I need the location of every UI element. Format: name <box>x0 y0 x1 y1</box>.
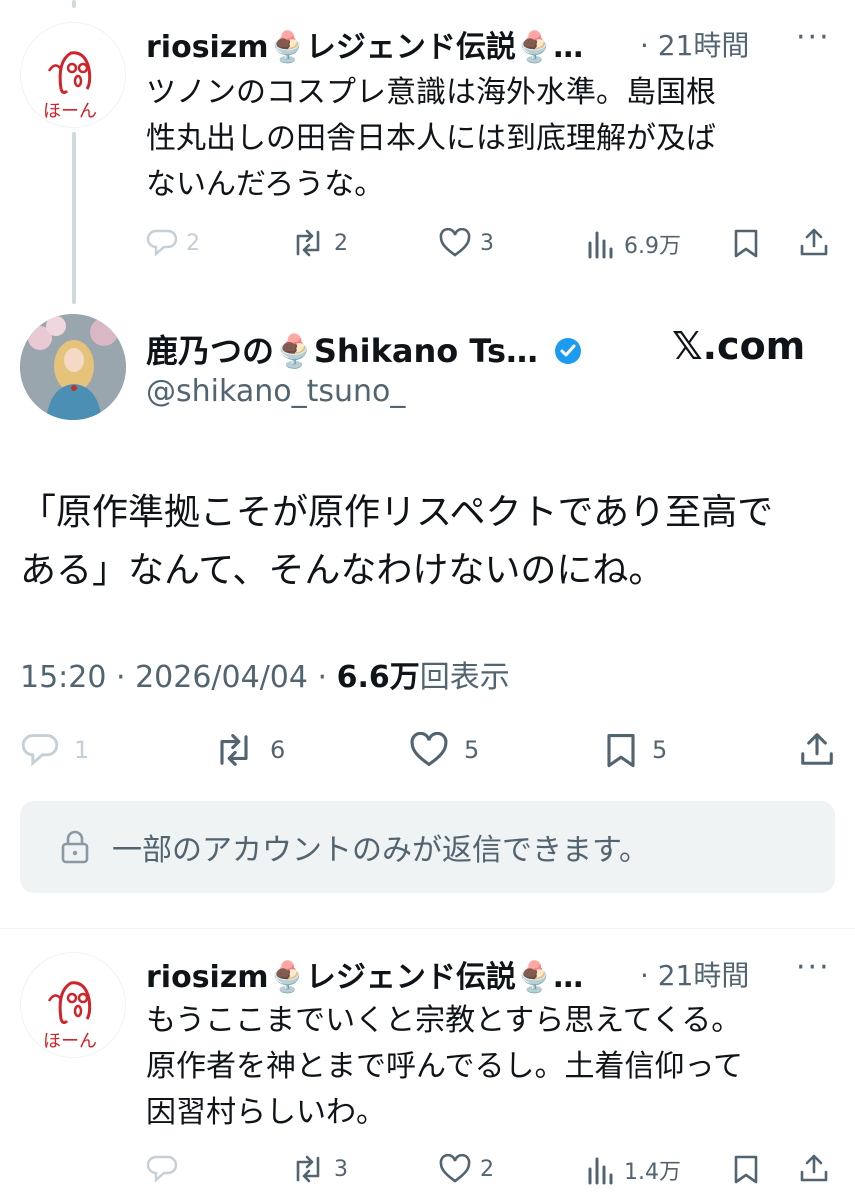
bookmark-button[interactable]: 5 <box>604 732 667 768</box>
reply-count: 2 <box>186 230 200 256</box>
avatar[interactable] <box>20 314 126 420</box>
view-count: 6.9万 <box>624 234 681 259</box>
share-icon <box>801 733 833 765</box>
avatar[interactable]: ほーん <box>20 22 126 128</box>
like-button[interactable]: 5 <box>408 732 479 768</box>
avatar[interactable]: ほーん <box>20 952 126 1058</box>
timestamp: 15:20 · 2026/04/04 · <box>20 660 337 695</box>
tweet-text: ツノンのコスプレ意識は海外水準。島国根 性丸出しの田舎日本人には到底理解が及ば … <box>146 70 716 208</box>
view-count: 1.4万 <box>624 1160 681 1185</box>
repost-count: 3 <box>334 1156 348 1182</box>
analytics-icon <box>588 231 613 259</box>
repost-icon <box>220 734 248 766</box>
view-count: 6.6万 <box>336 660 420 695</box>
reply-button[interactable] <box>146 1154 186 1184</box>
reply-button[interactable]: 2 <box>146 228 200 258</box>
reply-button[interactable]: 1 <box>20 732 89 768</box>
views-button[interactable]: 1.4万 <box>586 1154 681 1186</box>
tweet-text-line: ツノンのコスプレ意識は海外水準。島国根 <box>146 75 716 110</box>
repost-count: 2 <box>334 230 348 256</box>
repost-button[interactable]: 3 <box>290 1154 348 1184</box>
like-count: 3 <box>480 230 494 256</box>
views-button[interactable]: 6.9万 <box>586 228 681 260</box>
share-icon <box>800 1154 828 1182</box>
user-handle[interactable]: @shikano_tsuno_ <box>146 374 405 409</box>
repost-icon <box>296 1155 320 1183</box>
heart-icon <box>439 228 471 257</box>
bookmark-button[interactable] <box>732 228 760 258</box>
divider <box>0 928 855 929</box>
display-name[interactable]: riosizm🍨レジェンド伝説🍨… <box>146 22 644 66</box>
reply-icon <box>146 229 178 257</box>
action-bar: 3 2 1.4万 <box>146 1150 836 1194</box>
x-watermark: 𝕏.com <box>672 324 806 368</box>
reply-count: 1 <box>74 736 90 764</box>
tweet-text-line: ある」なんて、そんなわけないのにね。 <box>20 550 665 591</box>
like-button[interactable]: 3 <box>438 228 494 258</box>
restricted-notice-text: 一部のアカウントのみが返信できます。 <box>112 833 649 868</box>
like-count: 5 <box>464 736 480 764</box>
share-button[interactable] <box>798 226 830 258</box>
display-name[interactable]: 鹿乃つの🍨Shikano Ts… <box>146 326 583 372</box>
share-icon <box>800 228 828 256</box>
bookmark-count: 5 <box>652 736 668 764</box>
tweet-text-line: もうここまでいくと宗教とすら思えてくる。 <box>146 1003 742 1038</box>
repost-icon <box>296 229 320 257</box>
view-label: 回表示 <box>419 660 510 695</box>
timestamp[interactable]: · 21時間 <box>640 954 749 994</box>
bookmark-icon <box>607 734 635 768</box>
display-name[interactable]: riosizm🍨レジェンド伝説🍨… <box>146 952 644 996</box>
tweet-text: 「原作準拠こそが原作リスペクトであり至高で ある」なんて、そんなわけないのにね。 <box>20 484 835 600</box>
reply-icon <box>21 734 59 767</box>
more-options-icon[interactable]: ··· <box>796 20 831 55</box>
repost-button[interactable]: 6 <box>212 732 285 768</box>
verified-badge-icon <box>555 338 582 364</box>
tweet-text-line: 性丸出しの田舎日本人には到底理解が及ば <box>146 121 716 156</box>
more-options-icon[interactable]: ··· <box>796 950 831 985</box>
thread-connector <box>72 132 76 304</box>
lock-icon <box>61 830 89 864</box>
tweet-text: もうここまでいくと宗教とすら思えてくる。 原作者を神とまで呼んでるし。土着信仰っ… <box>146 998 743 1136</box>
like-button[interactable]: 2 <box>438 1154 494 1184</box>
avatar-stamp-text: ほーん <box>43 101 97 122</box>
share-button[interactable] <box>798 730 836 768</box>
reply-icon <box>146 1155 178 1183</box>
repost-count: 6 <box>270 736 286 764</box>
display-name-text: 鹿乃つの🍨Shikano Ts… <box>146 332 539 370</box>
bookmark-button[interactable] <box>732 1154 760 1184</box>
bookmark-icon <box>734 1155 758 1184</box>
reply-restricted-notice: 一部のアカウントのみが返信できます。 <box>20 801 835 893</box>
tweet-text-line: 因習村らしいわ。 <box>146 1095 386 1130</box>
like-count: 2 <box>480 1156 494 1182</box>
bookmark-icon <box>734 229 758 258</box>
tweet-text-line: 「原作準拠こそが原作リスペクトであり至高で <box>20 492 774 533</box>
action-bar: 2 2 3 6.9万 <box>146 222 836 266</box>
repost-button[interactable]: 2 <box>290 228 348 258</box>
timestamp[interactable]: · 21時間 <box>640 24 749 64</box>
heart-icon <box>410 732 448 767</box>
tweet-timestamp[interactable]: 15:20 · 2026/04/04 · 6.6万回表示 <box>20 652 510 696</box>
avatar-stamp-text: ほーん <box>43 1031 97 1052</box>
action-bar: 1 6 5 5 <box>20 728 835 772</box>
heart-icon <box>439 1154 471 1183</box>
analytics-icon <box>588 1157 613 1185</box>
tweet-text-line: ないんだろうな。 <box>146 167 385 202</box>
tweet-text-line: 原作者を神とまで呼んでるし。土着信仰って <box>146 1049 743 1084</box>
thread-connector <box>72 0 76 8</box>
share-button[interactable] <box>798 1152 830 1184</box>
